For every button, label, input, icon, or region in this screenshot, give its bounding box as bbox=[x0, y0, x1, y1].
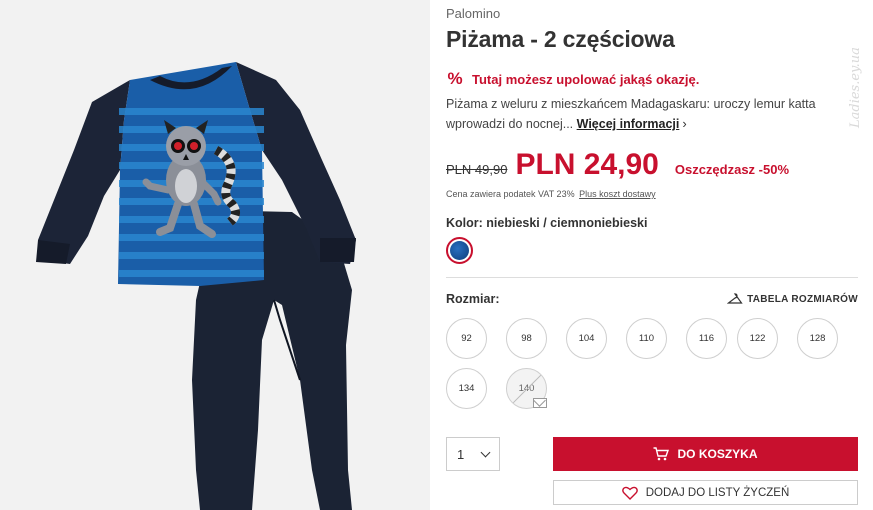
price-row: PLN 49,90 PLN 24,90 Oszczędzasz -50% bbox=[446, 148, 789, 182]
color-label: Kolor: niebieski / ciemnoniebieski bbox=[446, 216, 648, 230]
divider bbox=[446, 277, 858, 278]
notify-mail-icon[interactable] bbox=[533, 398, 547, 408]
pajama-illustration bbox=[36, 62, 356, 510]
promo-text: Tutaj możesz upolować jakąś okazję. bbox=[472, 71, 700, 87]
hanger-icon bbox=[727, 293, 743, 304]
size-option-104[interactable]: 104 bbox=[566, 318, 607, 359]
percent-icon: % bbox=[447, 69, 463, 88]
size-guide-label: TABELA ROZMIARÓW bbox=[747, 293, 858, 305]
size-label: Rozmiar: bbox=[446, 292, 500, 306]
product-image[interactable] bbox=[0, 0, 430, 510]
promo-banner: % Tutaj możesz upolować jakąś okazję. bbox=[446, 70, 699, 88]
size-option-110[interactable]: 110 bbox=[626, 318, 667, 359]
product-description: Piżama z weluru z mieszkańcem Madagaskar… bbox=[446, 94, 846, 134]
brand-name[interactable]: Palomino bbox=[446, 6, 500, 21]
vat-note: Cena zawiera podatek VAT 23% Plus koszt … bbox=[446, 189, 656, 199]
heart-icon bbox=[621, 486, 638, 500]
saving-badge: Oszczędzasz -50% bbox=[674, 162, 790, 177]
quantity-select[interactable]: 1 bbox=[446, 437, 500, 471]
size-option-116[interactable]: 116 bbox=[686, 318, 727, 359]
add-to-wishlist-button[interactable]: DODAJ DO LISTY ŻYCZEŃ bbox=[553, 480, 858, 505]
cart-icon bbox=[653, 447, 670, 461]
old-price: PLN 49,90 bbox=[446, 162, 508, 177]
add-to-cart-button[interactable]: DO KOSZYKA bbox=[553, 437, 858, 471]
size-option-98[interactable]: 98 bbox=[506, 318, 547, 359]
wishlist-label: DODAJ DO LISTY ŻYCZEŃ bbox=[645, 486, 790, 499]
color-swatch-blue[interactable] bbox=[446, 237, 473, 264]
more-info-link[interactable]: Więcej informacji bbox=[577, 117, 680, 131]
vat-text: Cena zawiera podatek VAT 23% bbox=[446, 189, 575, 199]
size-option-92[interactable]: 92 bbox=[446, 318, 487, 359]
size-option-122[interactable]: 122 bbox=[737, 318, 778, 359]
swatch-fill bbox=[450, 241, 469, 260]
add-to-cart-label: DO KOSZYKA bbox=[677, 447, 758, 461]
product-info: Palomino Piżama - 2 częściowa % Tutaj mo… bbox=[446, 0, 858, 510]
product-title: Piżama - 2 częściowa bbox=[446, 26, 675, 52]
size-option-128[interactable]: 128 bbox=[797, 318, 838, 359]
chevron-right-icon: › bbox=[682, 116, 687, 131]
quantity-value: 1 bbox=[457, 446, 465, 462]
shipping-cost-link[interactable]: Plus koszt dostawy bbox=[579, 189, 656, 199]
size-guide-link[interactable]: TABELA ROZMIARÓW bbox=[727, 293, 858, 305]
chevron-down-icon bbox=[480, 447, 491, 457]
watermark: Ladies.ey.ua bbox=[848, 47, 863, 128]
current-price: PLN 24,90 bbox=[515, 148, 659, 181]
size-option-134[interactable]: 134 bbox=[446, 368, 487, 409]
